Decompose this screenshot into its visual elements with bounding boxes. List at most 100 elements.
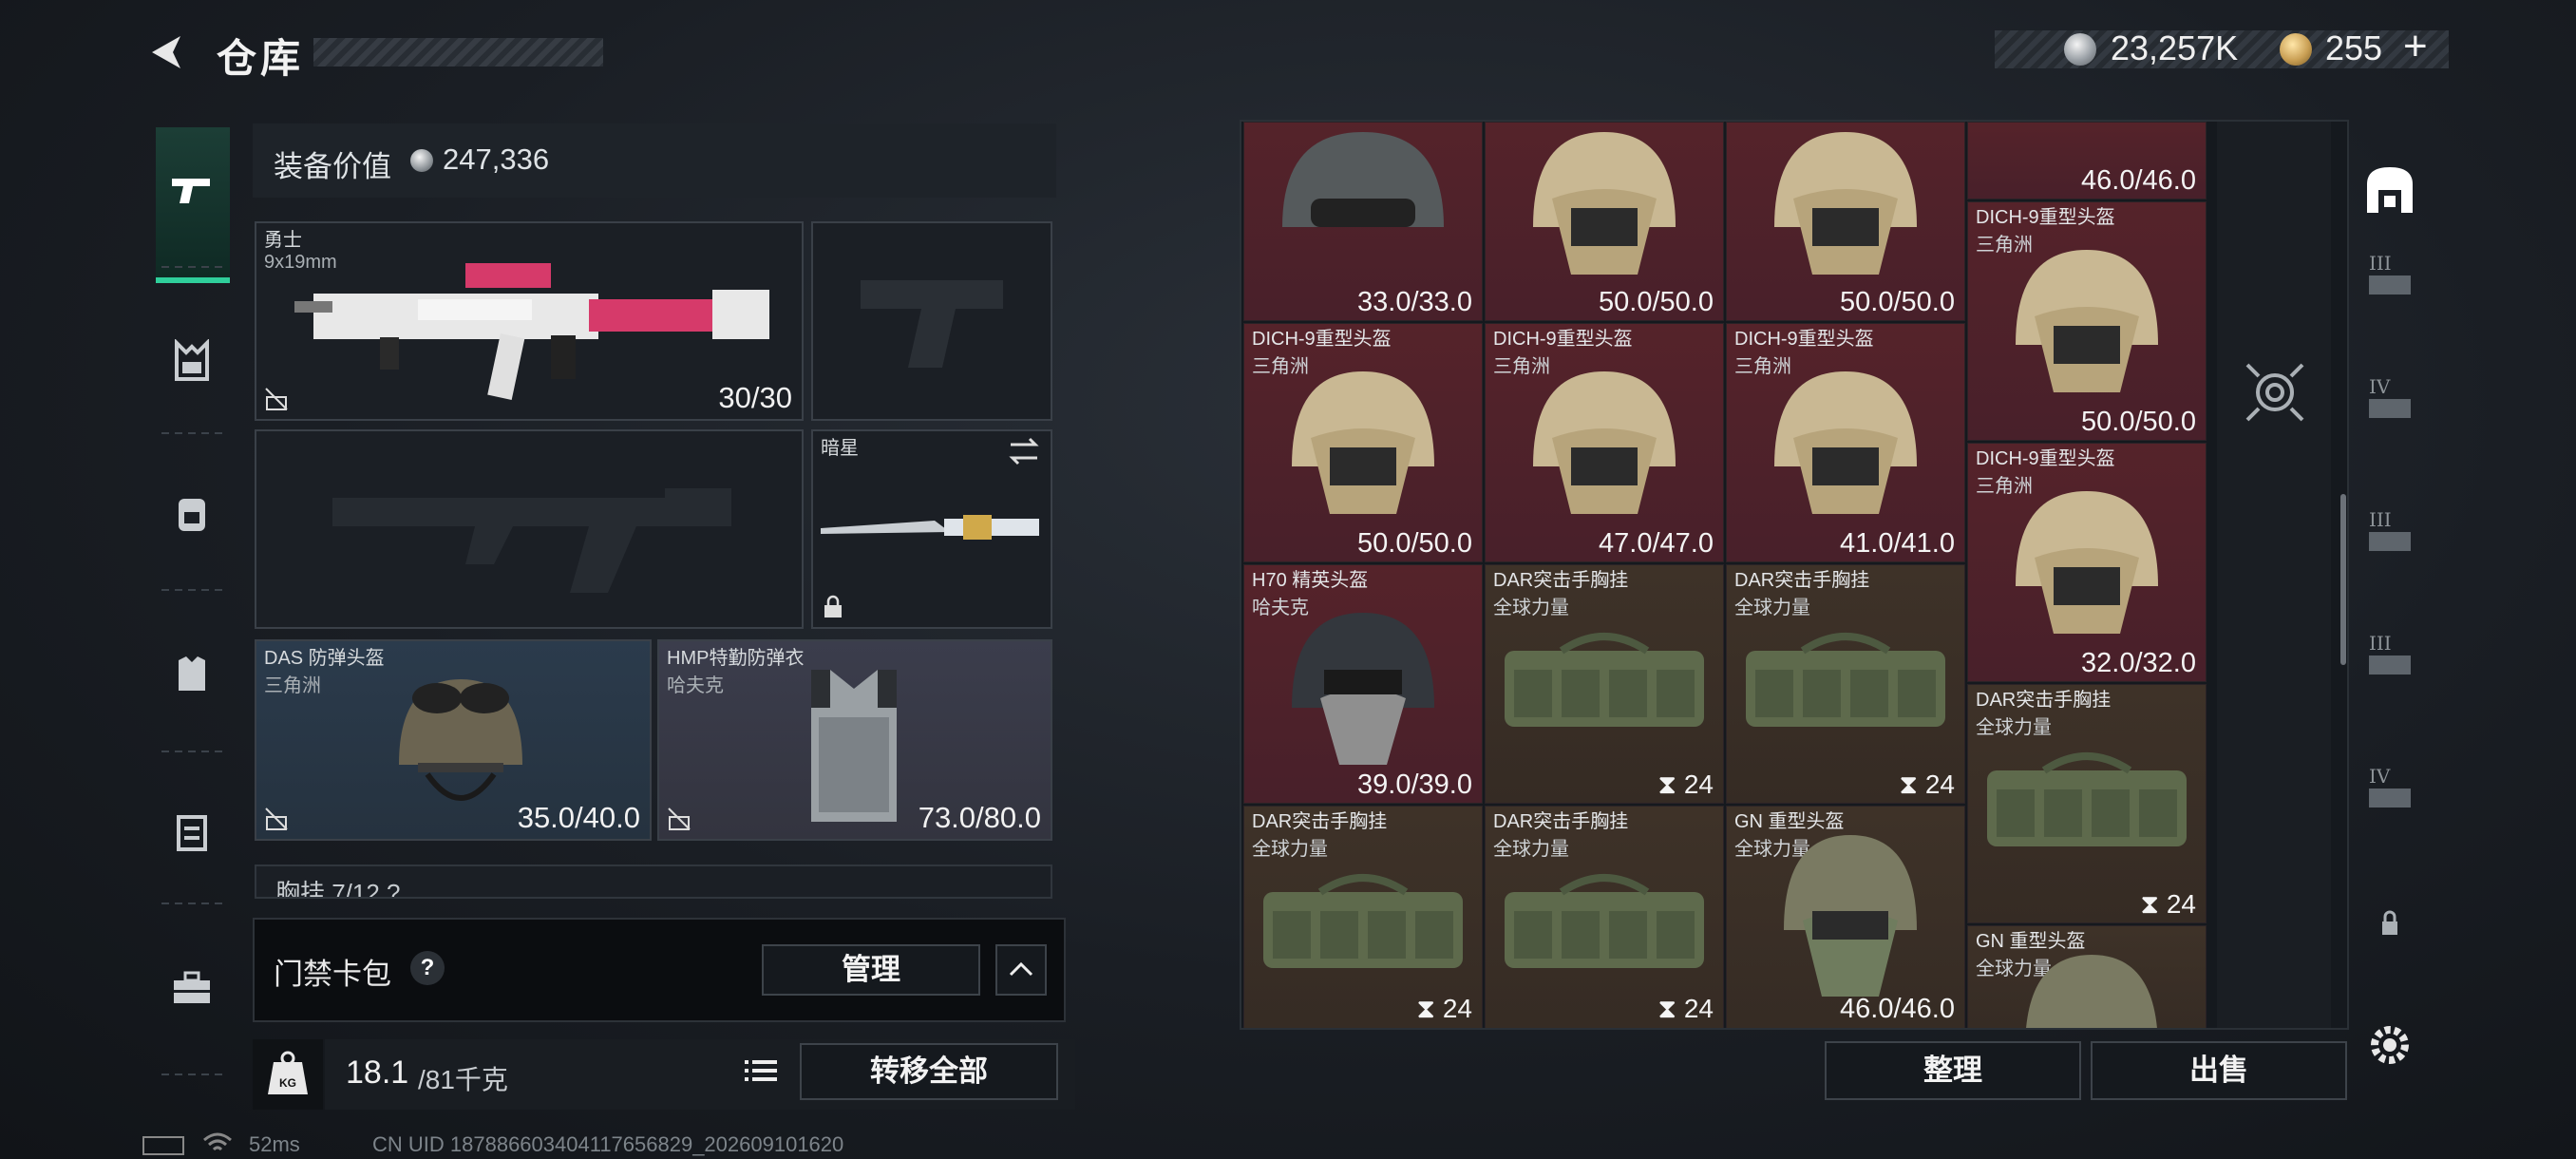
stash-tab-3b[interactable]: III <box>2352 494 2428 580</box>
primary-weapon-slot[interactable]: 勇士 9x19mm 30/30 <box>255 221 804 421</box>
storage-tier-icon: III <box>2369 632 2411 674</box>
stash-tab-4[interactable]: IV <box>2352 361 2428 446</box>
stash-tab-3c[interactable]: III <box>2352 618 2428 703</box>
rifle-icon <box>294 263 769 400</box>
nav-chest-rigs[interactable] <box>156 304 228 418</box>
helmet-slot[interactable]: DAS 防弹头盔 三角洲 35.0/40.0 <box>255 639 652 841</box>
stash-item[interactable]: DICH-9重型头盔 三角洲 32.0/32.0 <box>1967 443 2207 682</box>
stash-tab-4b[interactable]: IV <box>2352 750 2428 836</box>
stash-item[interactable]: DICH-9重型头盔 三角洲 50.0/50.0 <box>1967 201 2207 441</box>
armor-brand: 哈夫克 <box>667 675 724 696</box>
armor-image <box>811 670 897 822</box>
helmet-image <box>2016 250 2158 392</box>
stash-item[interactable]: DICH-9重型头盔 三角洲 47.0/47.0 <box>1485 323 1724 562</box>
equipment-value: 247,336 <box>443 142 550 176</box>
nav-armor[interactable] <box>156 618 228 732</box>
primary-ammo: 30/30 <box>718 381 792 414</box>
silver-currency-value: 23,257K <box>2111 28 2239 67</box>
list-view-button[interactable] <box>737 1045 785 1096</box>
item-capacity: ⧗ 24 <box>2140 889 2196 919</box>
item-brand: 全球力量 <box>1252 839 1328 860</box>
transfer-all-button[interactable]: 转移全部 <box>800 1043 1058 1100</box>
manage-button[interactable]: 管理 <box>762 944 980 996</box>
melee-slot[interactable]: 暗星 <box>811 429 1052 629</box>
gold-currency-value: 255 <box>2325 28 2383 67</box>
item-name: DICH-9重型头盔 <box>1976 448 2115 469</box>
back-arrow-icon[interactable] <box>142 28 190 76</box>
value-coin-icon <box>410 149 433 172</box>
sort-button[interactable]: 整理 <box>1825 1041 2081 1100</box>
unlocked-icon <box>265 808 288 830</box>
stash-item[interactable]: 50.0/50.0 <box>1485 122 1724 321</box>
item-durability: 46.0/46.0 <box>2081 165 2196 196</box>
item-name: DICH-9重型头盔 <box>1252 329 1392 350</box>
rifle-silhouette-icon <box>332 488 731 593</box>
stash-item[interactable]: DICH-9重型头盔 三角洲 41.0/41.0 <box>1726 323 1965 562</box>
helmet-image <box>1533 132 1676 275</box>
stash-item[interactable]: DAR突击手胸挂 全球力量 ⧗ 24 <box>1967 684 2207 923</box>
chest-rig-image <box>1987 752 2187 846</box>
helmet-brand: 三角洲 <box>264 675 321 696</box>
stash-tab-main[interactable] <box>2352 152 2428 238</box>
rig-icon: ⧗ <box>1657 770 1684 799</box>
stash-grid: 33.0/33.0 50.0/50.0 50.0/50.0 46.0/46.0 … <box>1240 120 2349 1030</box>
item-name: DICH-9重型头盔 <box>1976 207 2115 228</box>
armor-icon <box>179 656 205 691</box>
helmet-image <box>1774 371 1917 514</box>
nav-containers[interactable] <box>156 774 228 888</box>
sidearm-slot[interactable] <box>811 221 1052 421</box>
svg-text:KG: KG <box>279 1076 296 1090</box>
body-armor-slot[interactable]: HMP特勤防弹衣 哈夫克 73.0/80.0 <box>657 639 1052 841</box>
stash-item[interactable]: 33.0/33.0 <box>1243 122 1483 321</box>
stash-tab-3[interactable]: III <box>2352 238 2428 323</box>
stash-item[interactable]: 50.0/50.0 <box>1726 122 1965 321</box>
rig-icon: ⧗ <box>1416 994 1443 1023</box>
sell-button[interactable]: 出售 <box>2091 1041 2347 1100</box>
secondary-weapon-slot[interactable] <box>255 429 804 629</box>
stash-item[interactable]: DAR突击手胸挂 全球力量 ⧗ 24 <box>1243 806 1483 1028</box>
item-brand: 全球力量 <box>1976 717 2052 738</box>
lock-icon <box>824 595 842 618</box>
weight-current: 18.1 <box>346 1054 409 1091</box>
swap-icon[interactable] <box>1007 437 1041 466</box>
item-name: DICH-9重型头盔 <box>1493 329 1633 350</box>
stash-item[interactable]: DAR突击手胸挂 全球力量 ⧗ 24 <box>1485 806 1724 1028</box>
stash-item[interactable]: GN 重型头盔 全球力量 <box>1967 925 2207 1028</box>
stash-item[interactable]: 46.0/46.0 <box>1967 122 2207 200</box>
nav-toolbox[interactable] <box>156 931 228 1045</box>
item-durability: 47.0/47.0 <box>1599 528 1714 559</box>
stash-item[interactable]: GN 重型头盔 全球力量 46.0/46.0 <box>1726 806 1965 1028</box>
item-durability: 39.0/39.0 <box>1357 770 1472 800</box>
lock-icon <box>2382 910 2397 935</box>
rig-icon: ⧗ <box>2140 889 2167 919</box>
stash-item[interactable]: H70 精英头盔 哈夫克 39.0/39.0 <box>1243 564 1483 804</box>
battery-icon <box>142 1136 184 1155</box>
helmet-image <box>1533 371 1676 514</box>
helmet-name: DAS 防弹头盔 <box>264 648 385 669</box>
nav-backpacks[interactable] <box>156 456 228 570</box>
help-icon[interactable]: ? <box>410 951 445 985</box>
stash-item[interactable]: DAR突击手胸挂 全球力量 ⧗ 24 <box>1726 564 1965 804</box>
item-brand: 全球力量 <box>1493 839 1569 860</box>
collapse-button[interactable] <box>995 944 1047 996</box>
pistol-icon <box>172 179 210 203</box>
rig-icon: ⧗ <box>1657 994 1684 1023</box>
chest-rig-image <box>1505 874 1704 968</box>
settings-button[interactable] <box>2352 1007 2428 1092</box>
helmet-image <box>1774 132 1917 275</box>
target-icon[interactable] <box>2242 359 2308 426</box>
gold-coin-icon <box>2280 33 2312 66</box>
stash-tab-locked[interactable] <box>2352 884 2428 969</box>
stash-scrollbar[interactable] <box>2340 494 2346 665</box>
category-nav <box>142 114 241 1081</box>
stash-item[interactable]: DICH-9重型头盔 三角洲 50.0/50.0 <box>1243 323 1483 562</box>
storage-tier-icon: III <box>2369 252 2411 294</box>
svg-text:III: III <box>2369 508 2392 531</box>
chest-rig-row[interactable]: 胸挂 7/12 ? <box>255 864 1052 899</box>
storage-tier-icon: IV <box>2369 375 2411 418</box>
stash-item[interactable]: DAR突击手胸挂 全球力量 ⧗ 24 <box>1485 564 1724 804</box>
svg-text:IV: IV <box>2369 375 2391 398</box>
add-currency-button[interactable]: + <box>2403 23 2428 70</box>
nav-weapons[interactable] <box>156 133 228 247</box>
rig-icon: ⧗ <box>1899 770 1925 799</box>
